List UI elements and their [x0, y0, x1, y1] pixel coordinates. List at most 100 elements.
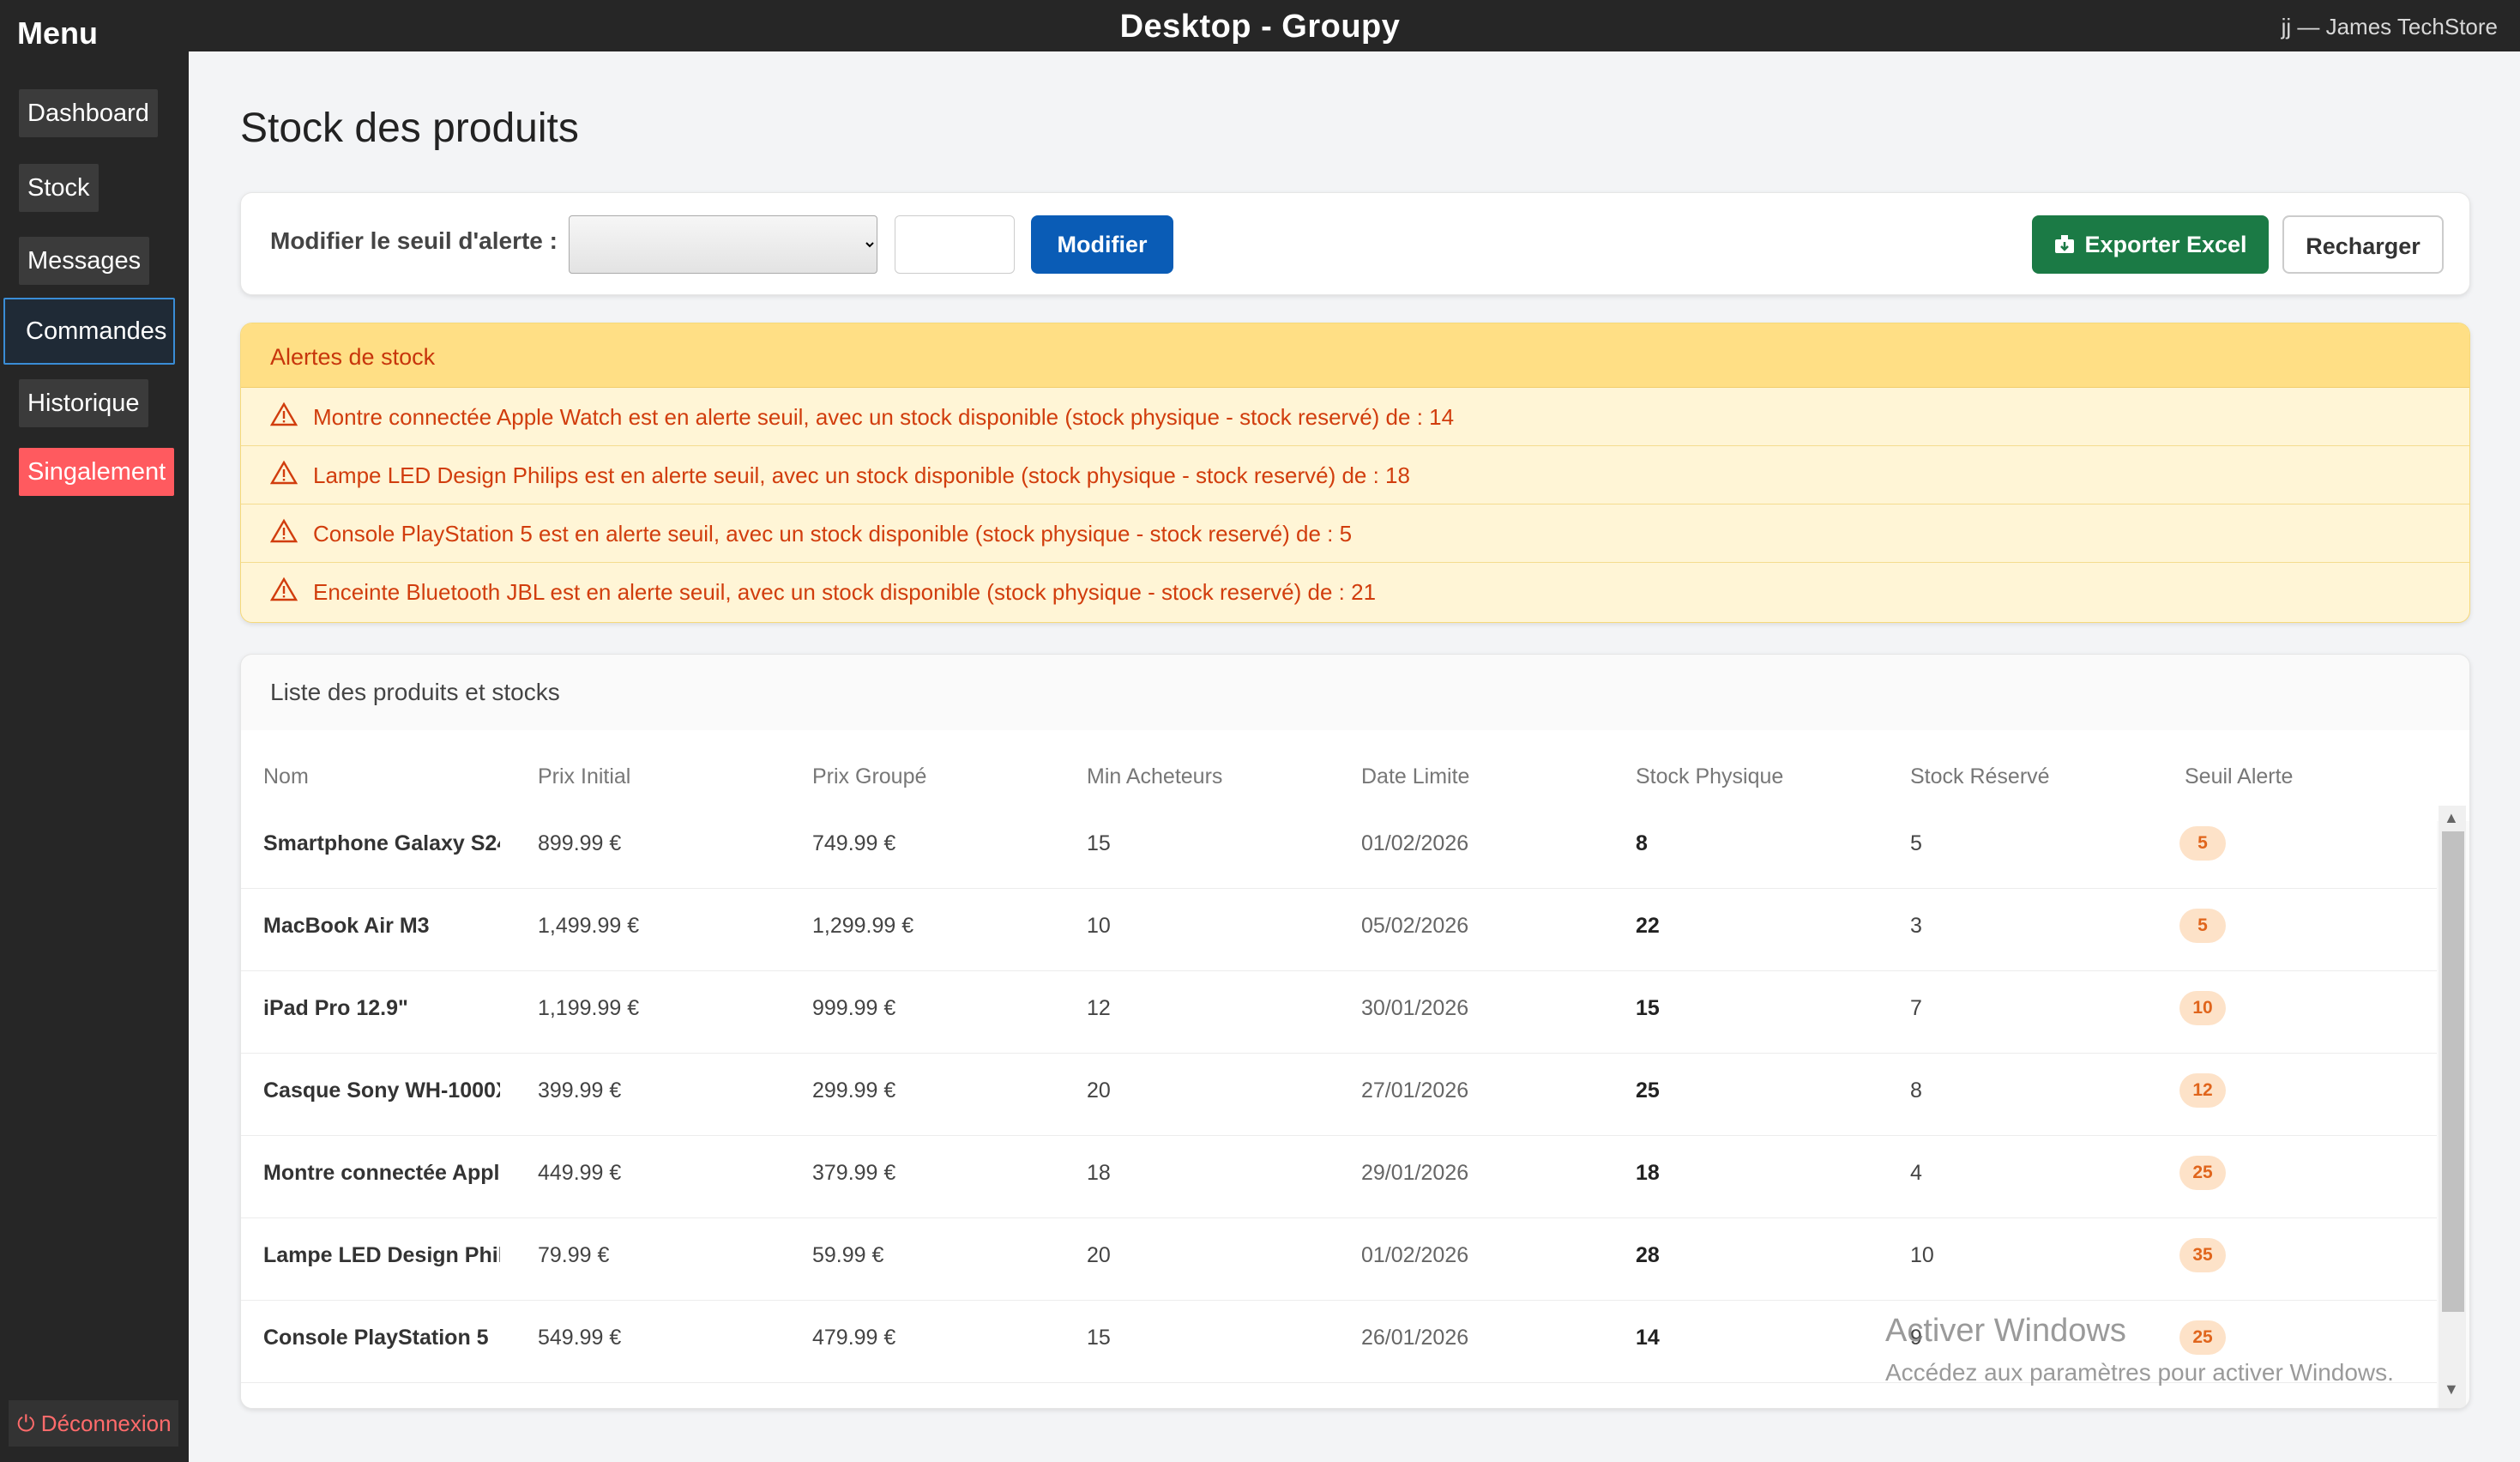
alert-text: Lampe LED Design Philips est en alerte s… — [313, 462, 1410, 488]
table-cell: 20 — [1087, 1243, 1111, 1267]
warning-icon — [270, 518, 298, 543]
product-select[interactable] — [569, 215, 877, 274]
table-cell: 18 — [1087, 1161, 1111, 1185]
alert-item: Montre connectée Apple Watch est en aler… — [241, 387, 2469, 446]
alert-item: Console PlayStation 5 est en alerte seui… — [241, 504, 2469, 563]
warning-icon — [270, 460, 298, 485]
alerts-header: Alertes de stock — [241, 323, 2469, 388]
table-cell: 29/01/2026 — [1361, 1161, 1469, 1185]
window-title: Desktop - Groupy — [1119, 9, 1401, 45]
table-cell: 3 — [1910, 914, 1922, 938]
export-label: Exporter Excel — [2084, 232, 2247, 257]
table-row[interactable]: iPad Pro 12.9" 1,199.99 € 999.99 € 12 30/01/… — [241, 970, 2437, 1054]
table-cell: 15 — [1087, 1326, 1111, 1350]
table-cell: 05/02/2026 — [1361, 914, 1469, 938]
table-row[interactable]: Smartphone Galaxy S24 899.99 € 749.99 € 15 0… — [241, 806, 2437, 889]
user-label: jj — James TechStore — [2281, 14, 2498, 39]
table-cell: 30/01/2026 — [1361, 996, 1469, 1020]
table-cell: 449.99 € — [538, 1161, 622, 1185]
scroll-up-icon[interactable]: ▲ — [2444, 809, 2459, 827]
sidebar-item-historique[interactable]: Historique — [19, 379, 148, 427]
table-cell: 15 — [1087, 831, 1111, 855]
sidebar-item-dashboard[interactable]: Dashboard — [19, 89, 158, 137]
sidebar-item-messages[interactable]: Messages — [19, 237, 150, 285]
table-cell: Smartphone Galaxy S24 — [263, 831, 500, 855]
alert-threshold-badge: 35 — [2179, 1238, 2226, 1272]
table-cell: 12 — [1087, 996, 1111, 1020]
table-cell: 27/01/2026 — [1361, 1078, 1469, 1103]
windows-activation-watermark: Activer Windows — [1885, 1313, 2126, 1349]
table-cell: 01/02/2026 — [1361, 1243, 1469, 1267]
toolbar-card: Modifier le seuil d'alerte : Modifier Ex… — [240, 192, 2470, 295]
table-row[interactable]: Montre connectée Apple Watch 449.99 € 379.… — [241, 1135, 2437, 1218]
table-cell: 10 — [1087, 914, 1111, 938]
sidebar-item-commandes[interactable]: Commandes — [3, 298, 175, 365]
scrollbar-thumb[interactable] — [2442, 831, 2464, 1312]
title-bar: Desktop - Groupy jj — James TechStore — [189, 0, 2520, 51]
table-cell: 22 — [1636, 914, 1660, 938]
windows-activation-hint: Accédez aux paramètres pour activer Wind… — [1885, 1359, 2394, 1386]
export-excel-button[interactable]: Exporter Excel — [2032, 215, 2269, 274]
alert-threshold-badge: 25 — [2179, 1320, 2226, 1355]
table-cell: 399.99 € — [538, 1078, 622, 1103]
table-cell: 15 — [1636, 996, 1660, 1020]
table-cell: Casque Sony WH-1000XM5 — [263, 1078, 500, 1103]
table-cell: Montre connectée Apple Watch — [263, 1161, 500, 1185]
sidebar-item-signalement[interactable]: Singalement — [19, 448, 175, 496]
table-row[interactable]: Lampe LED Design Philips 79.99 € 59.99 € 20… — [241, 1217, 2437, 1301]
column-header[interactable]: Nom — [263, 764, 309, 789]
alert-text: Montre connectée Apple Watch est en aler… — [313, 404, 1455, 430]
table-cell: 4 — [1910, 1161, 1922, 1185]
table-cell: Console PlayStation 5 — [263, 1326, 489, 1350]
table-caption: Liste des produits et stocks — [270, 679, 560, 705]
column-header[interactable]: Stock Réservé — [1910, 764, 2050, 789]
column-header[interactable]: Seuil Alerte — [2185, 764, 2293, 789]
threshold-label: Modifier le seuil d'alerte : — [270, 227, 558, 254]
logout-label: Déconnexion — [40, 1411, 172, 1436]
table-cell: MacBook Air M3 — [263, 914, 430, 938]
alert-text: Console PlayStation 5 est en alerte seui… — [313, 521, 1353, 547]
table-cell: 549.99 € — [538, 1326, 622, 1350]
scroll-down-icon[interactable]: ▼ — [2444, 1380, 2459, 1399]
alert-threshold-badge: 5 — [2179, 826, 2226, 861]
modify-button[interactable]: Modifier — [1031, 215, 1173, 274]
table-cell: 1,199.99 € — [538, 996, 640, 1020]
column-header[interactable]: Date Limite — [1361, 764, 1469, 789]
table-cell: 20 — [1087, 1078, 1111, 1103]
stock-alerts-panel: Alertes de stock Montre connectée Apple … — [240, 323, 2470, 623]
alert-threshold-badge: 25 — [2179, 1156, 2226, 1190]
column-header[interactable]: Prix Initial — [538, 764, 630, 789]
alert-text: Enceinte Bluetooth JBL est en alerte seu… — [313, 579, 1377, 605]
power-icon: ⏻ — [17, 1411, 41, 1436]
warning-icon — [270, 402, 298, 426]
table-cell: 28 — [1636, 1243, 1660, 1267]
sidebar-item-stock[interactable]: Stock — [19, 164, 99, 212]
table-cell: 479.99 € — [812, 1326, 896, 1350]
table-cell: 79.99 € — [538, 1243, 610, 1267]
table-cell: 8 — [1910, 1078, 1922, 1103]
table-cell: 25 — [1636, 1078, 1660, 1103]
alert-item: Enceinte Bluetooth JBL est en alerte seu… — [241, 562, 2469, 620]
table-cell: 1,499.99 € — [538, 914, 640, 938]
table-scrollbar[interactable]: ▲ ▼ — [2439, 806, 2466, 1408]
table-cell: 10 — [1910, 1243, 1934, 1267]
table-cell: 749.99 € — [812, 831, 896, 855]
alert-item: Lampe LED Design Philips est en alerte s… — [241, 445, 2469, 504]
logout-button[interactable]: ⏻ Déconnexion — [9, 1400, 178, 1447]
reload-button[interactable]: Recharger — [2282, 215, 2444, 274]
warning-icon — [270, 577, 298, 601]
column-header[interactable]: Prix Groupé — [812, 764, 926, 789]
table-row[interactable]: MacBook Air M3 1,499.99 € 1,299.99 € 10 05/0… — [241, 888, 2437, 971]
column-header[interactable]: Stock Physique — [1636, 764, 1783, 789]
threshold-input[interactable] — [895, 215, 1015, 274]
alert-threshold-badge: 5 — [2179, 909, 2226, 943]
column-header[interactable]: Min Acheteurs — [1087, 764, 1222, 789]
table-row[interactable]: Casque Sony WH-1000XM5 399.99 € 299.99 € 20… — [241, 1053, 2437, 1136]
table-cell: 1,299.99 € — [812, 914, 914, 938]
table-cell: 14 — [1636, 1326, 1660, 1350]
page-title: Stock des produits — [240, 106, 579, 151]
alert-threshold-badge: 10 — [2179, 991, 2226, 1025]
table-cell: 899.99 € — [538, 831, 622, 855]
table-cell: 18 — [1636, 1161, 1660, 1185]
table-cell: 7 — [1910, 996, 1922, 1020]
